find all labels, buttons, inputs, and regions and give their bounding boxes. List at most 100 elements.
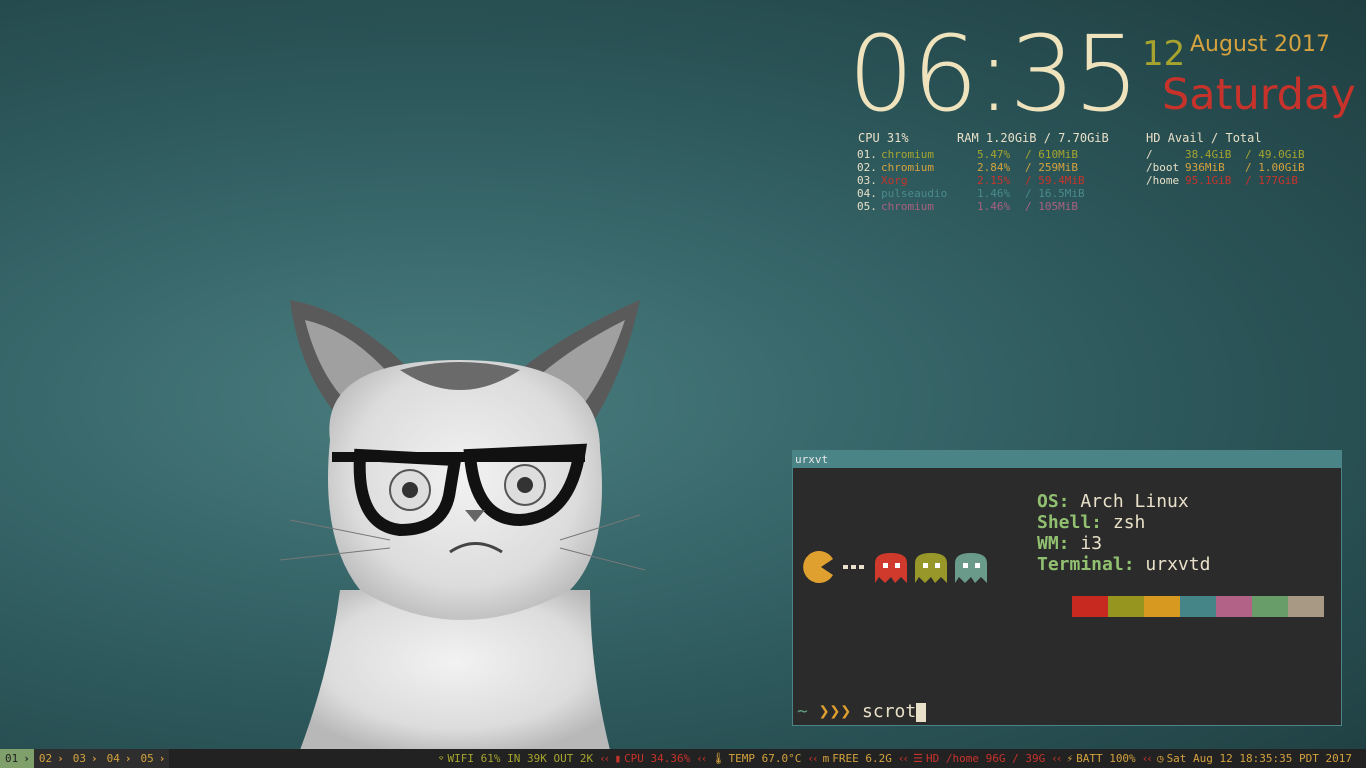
sysinfo-key: Terminal: xyxy=(1037,554,1135,575)
status-disk: ☰ HD /home 96G / 39G xyxy=(913,749,1045,768)
wifi-icon: ⌔ xyxy=(437,752,445,765)
text-cursor xyxy=(916,702,927,722)
clock-time: 06:35 xyxy=(848,13,1140,135)
color-swatch xyxy=(1144,596,1180,617)
process-mem: / 105MiB xyxy=(1025,200,1078,213)
status-wifi: ⌔ WIFI 61% IN 39K OUT 2K xyxy=(438,749,593,768)
status-text: HD /home 96G / 39G xyxy=(925,752,1046,765)
prompt-cwd: ~ xyxy=(797,701,808,722)
process-name: chromium xyxy=(881,148,934,161)
workspace-05[interactable]: 05 › xyxy=(135,749,170,768)
cpu-label: CPU xyxy=(858,131,880,145)
chevron-right-icon: › xyxy=(57,752,64,765)
process-rank: 05. xyxy=(857,200,877,213)
process-row: 01. chromium 5.47% / 610MiB xyxy=(857,148,1087,161)
thermometer-icon: 🌡 xyxy=(711,752,726,765)
disk-row: /boot 936MiB / 1.00GiB xyxy=(1146,161,1316,174)
sysinfo-key: OS: xyxy=(1037,491,1070,512)
color-palette xyxy=(1072,596,1324,617)
color-swatch xyxy=(1072,596,1108,617)
clock-day: 12 xyxy=(1142,34,1186,74)
pacman-ghosts-art xyxy=(803,551,987,583)
separator-icon: ‹‹ xyxy=(599,752,610,765)
chevron-right-icon: › xyxy=(23,752,30,765)
process-name: chromium xyxy=(881,161,934,174)
status-cpu: ▮ CPU 34.36% xyxy=(614,749,690,768)
status-battery-plug: ⚡ BATT 100% xyxy=(1066,749,1135,768)
workspace-label: 01 xyxy=(5,752,19,765)
terminal-window[interactable]: urxvt OS: Arch Linux Shell: zsh WM: i3 Term… xyxy=(792,450,1342,726)
separator-icon: ‹‹ xyxy=(696,752,707,765)
terminal-title[interactable]: urxvt xyxy=(793,451,1341,468)
workspace-03[interactable]: 03 › xyxy=(67,749,102,768)
chevron-right-icon: › xyxy=(158,752,166,765)
hd-header: Avail / Total xyxy=(1167,131,1262,145)
separator-icon: ‹‹ xyxy=(1051,752,1062,765)
status-bar: 01 › 02 › 03 › 04 › 05 › ⌔ WIFI 61% IN 39K OUT 2K ‹… xyxy=(0,749,1366,768)
process-rank: 02. xyxy=(857,161,877,174)
disk-avail: 38.4GiB xyxy=(1185,148,1232,161)
process-row: 02. chromium 2.84% / 259MiB xyxy=(857,161,1087,174)
process-mem: / 59.4MiB xyxy=(1025,174,1085,187)
process-cpu: 2.84% xyxy=(977,161,1011,174)
disk-mount: / xyxy=(1146,148,1153,161)
top-process-list: 01. chromium 5.47% / 610MiB 02. chromium 2.84%… xyxy=(857,148,1087,213)
sysinfo-row: WM: i3 xyxy=(1037,533,1210,554)
color-swatch xyxy=(1108,596,1144,617)
disk-usage-list: / 38.4GiB / 49.0GiB/boot 936MiB / 1.00GiB/ho… xyxy=(1146,148,1316,187)
process-cpu: 1.46% xyxy=(977,187,1011,200)
clock-weekday: Saturday xyxy=(1162,70,1356,120)
process-row: 04. pulseaudio 1.46% / 16.5MiB xyxy=(857,187,1087,200)
workspace-label: 02 xyxy=(38,752,53,765)
color-swatch xyxy=(1288,596,1324,617)
workspace-01[interactable]: 01 › xyxy=(0,749,34,768)
process-rank: 04. xyxy=(857,187,877,200)
sysinfo-value: i3 xyxy=(1080,533,1103,554)
memory-icon: m xyxy=(822,752,830,765)
workspace-switcher: 01 › 02 › 03 › 04 › 05 › xyxy=(0,749,170,768)
disk-mount: /home xyxy=(1146,174,1180,187)
ram-label: RAM xyxy=(957,131,979,145)
sysinfo-key: Shell: xyxy=(1037,512,1103,533)
status-memory: m FREE 6.2G xyxy=(823,749,892,768)
disk-total: / 177GiB xyxy=(1245,174,1298,187)
color-swatch xyxy=(1252,596,1288,617)
separator-icon: ‹‹ xyxy=(807,752,818,765)
shell-prompt[interactable]: ~ ❯❯❯ scrot xyxy=(797,701,927,723)
disk-total: / 49.0GiB xyxy=(1245,148,1305,161)
workspace-04[interactable]: 04 › xyxy=(101,749,136,768)
process-row: 03. Xorg 2.15% / 59.4MiB xyxy=(857,174,1087,187)
process-mem: / 16.5MiB xyxy=(1025,187,1085,200)
battery-plug-icon: ⚡ xyxy=(1066,752,1074,765)
disk-icon: ☰ xyxy=(913,752,923,765)
process-mem: / 610MiB xyxy=(1025,148,1078,161)
process-name: chromium xyxy=(881,200,934,213)
disk-row: /home 95.1GiB / 177GiB xyxy=(1146,174,1316,187)
separator-icon: ‹‹ xyxy=(897,752,909,765)
workspace-label: 04 xyxy=(106,752,120,765)
status-text: TEMP 67.0°C xyxy=(728,752,802,765)
status-text: BATT 100% xyxy=(1076,752,1136,765)
process-rank: 01. xyxy=(857,148,877,161)
process-cpu: 2.15% xyxy=(977,174,1011,187)
disk-avail: 936MiB xyxy=(1185,161,1225,174)
cpu-value: 31% xyxy=(886,131,909,145)
clock-icon: ◷ xyxy=(1156,752,1164,765)
prompt-arrows-icon: ❯❯❯ xyxy=(818,701,852,722)
workspace-02[interactable]: 02 › xyxy=(33,749,68,768)
sysinfo-row: Terminal: urxvtd xyxy=(1037,554,1210,575)
chevron-right-icon: › xyxy=(91,752,98,765)
workspace-label: 03 xyxy=(72,752,86,765)
command-input[interactable]: scrot xyxy=(862,701,916,722)
status-text: FREE 6.2G xyxy=(832,752,892,765)
separator-icon: ‹‹ xyxy=(1141,752,1153,765)
status-thermometer: 🌡 TEMP 67.0°C xyxy=(712,749,802,768)
sysinfo-key: WM: xyxy=(1037,533,1070,554)
chevron-right-icon: › xyxy=(124,752,132,765)
cpu-icon: ▮ xyxy=(614,752,622,765)
process-name: pulseaudio xyxy=(881,187,948,200)
status-clock: ◷ Sat Aug 12 18:35:35 PDT 2017 xyxy=(1157,749,1352,768)
color-swatch xyxy=(1216,596,1252,617)
process-rank: 03. xyxy=(857,174,877,187)
sysinfo-value: Arch Linux xyxy=(1080,491,1189,512)
